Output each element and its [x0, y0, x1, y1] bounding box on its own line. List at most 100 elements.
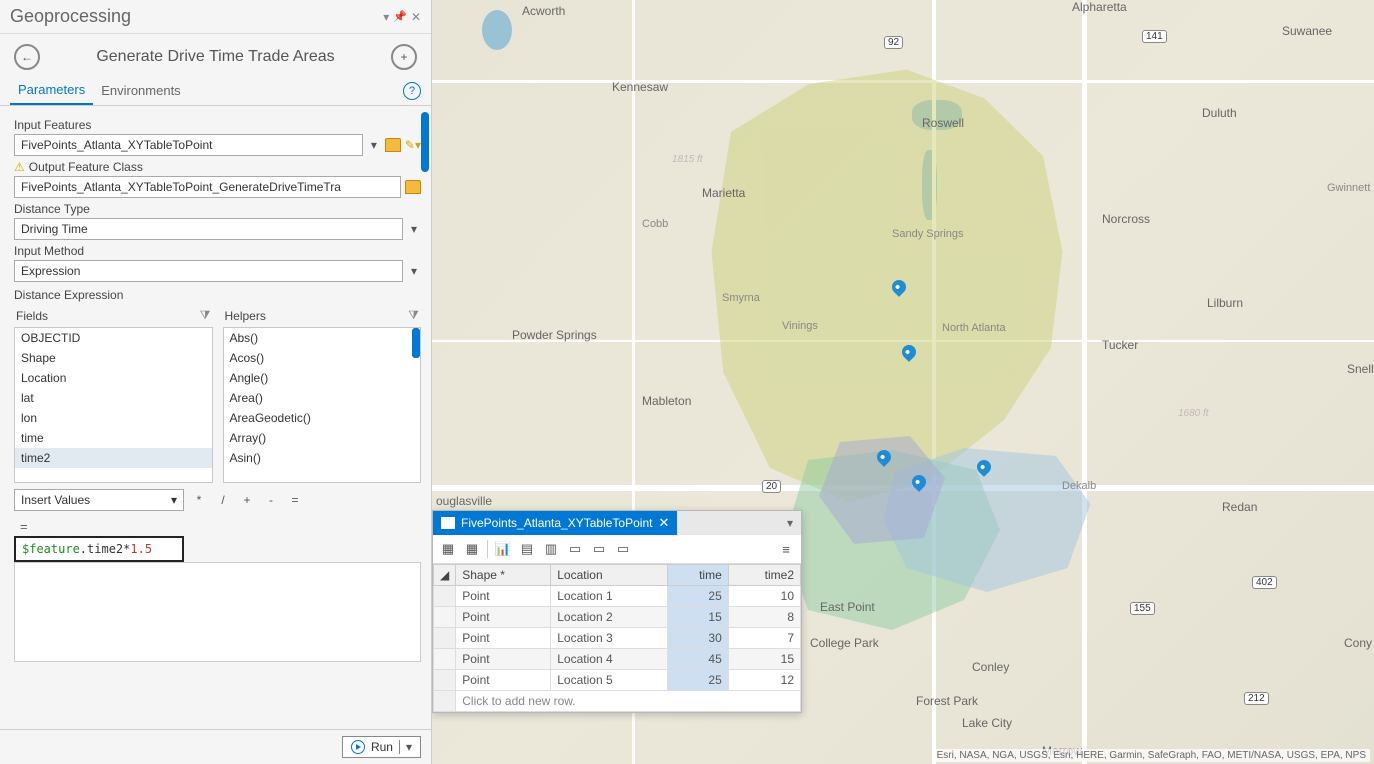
highway-shield: 155 — [1130, 602, 1155, 615]
tab-environments[interactable]: Environments — [93, 77, 188, 104]
helper-item[interactable]: Array() — [224, 428, 421, 448]
table-new-row[interactable]: Click to add new row. — [434, 691, 801, 712]
edit-sketch-icon[interactable]: ✎▾ — [405, 138, 421, 152]
field-item[interactable]: lon — [15, 408, 212, 428]
op-equals[interactable]: = — [286, 491, 304, 509]
helper-item[interactable]: AreaGeodetic() — [224, 408, 421, 428]
calculate-icon[interactable]: 📊 — [492, 539, 514, 559]
col-header[interactable]: time2 — [728, 565, 800, 586]
panel-pin-icon[interactable]: 📌 — [393, 10, 407, 24]
helpers-scrollbar[interactable] — [412, 328, 420, 358]
expression-textarea[interactable] — [14, 562, 421, 662]
play-icon — [351, 740, 365, 754]
expression-preview: $feature.time2*1.5 — [14, 536, 184, 562]
map-label: College Park — [810, 636, 879, 650]
helpers-filter-icon[interactable]: ⧩ — [408, 308, 419, 323]
clear-selection-icon[interactable]: ▭ — [588, 539, 610, 559]
browse-input-icon[interactable] — [385, 138, 401, 152]
help-button[interactable]: ? — [403, 82, 421, 100]
browse-output-icon[interactable] — [405, 180, 421, 194]
table-tab-menu-icon[interactable]: ▾ — [779, 516, 801, 530]
insert-values-dropdown[interactable]: Insert Values▾ — [14, 489, 184, 511]
helper-item[interactable]: Acos() — [224, 348, 421, 368]
table-menu-icon[interactable]: ≡ — [775, 539, 797, 559]
fields-filter-icon[interactable]: ⧩ — [200, 308, 211, 323]
table-toolbar: ▦ ▦ 📊 ▤ ▥ ▭ ▭ ▭ ≡ — [433, 535, 801, 564]
map-label: Vinings — [782, 320, 818, 332]
run-dropdown[interactable]: ▾ — [399, 740, 412, 754]
map-label: Smyrna — [722, 292, 760, 304]
map-label: Powder Springs — [512, 328, 597, 342]
op-plus[interactable]: + — [238, 491, 256, 509]
map-view[interactable]: Acworth Alpharetta Suwanee Kennesaw Rosw… — [432, 0, 1374, 764]
tab-parameters[interactable]: Parameters — [10, 76, 93, 105]
table-row[interactable]: PointLocation 12510 — [434, 586, 801, 607]
input-features-label: Input Features — [14, 118, 421, 132]
helpers-listbox[interactable]: Abs() Acos() Angle() Area() AreaGeodetic… — [223, 327, 422, 483]
input-method-dropdown[interactable]: ▾ — [407, 264, 421, 278]
add-favorite-button[interactable]: + — [391, 44, 417, 70]
map-label: Conley — [972, 660, 1009, 674]
field-view-icon[interactable]: ▦ — [437, 539, 459, 559]
distance-type-field[interactable] — [14, 218, 403, 240]
map-label: Mableton — [642, 394, 691, 408]
map-label: Snell — [1347, 362, 1374, 376]
helpers-label: Helpers — [225, 309, 266, 323]
highway-shield: 92 — [884, 36, 903, 49]
input-method-field[interactable] — [14, 260, 403, 282]
map-label: Kennesaw — [612, 80, 668, 94]
field-item[interactable]: Location — [15, 368, 212, 388]
table-row[interactable]: PointLocation 44515 — [434, 649, 801, 670]
field-item[interactable]: OBJECTID — [15, 328, 212, 348]
switch-selection-icon[interactable]: ▭ — [564, 539, 586, 559]
helper-item[interactable]: Area() — [224, 388, 421, 408]
op-multiply[interactable]: * — [190, 491, 208, 509]
output-fc-label: ⚠ Output Feature Class — [14, 160, 421, 174]
table-close-icon[interactable]: ✕ — [658, 515, 669, 531]
panel-close-icon[interactable]: ✕ — [411, 10, 421, 24]
delete-selection-icon[interactable]: ▭ — [612, 539, 634, 559]
row-handle-header[interactable]: ◢ — [434, 565, 456, 586]
distance-type-dropdown[interactable]: ▾ — [407, 222, 421, 236]
op-divide[interactable]: / — [214, 491, 232, 509]
field-item-selected[interactable]: time2 — [15, 448, 212, 468]
col-header-selected[interactable]: time — [667, 565, 728, 586]
back-button[interactable]: ← — [14, 44, 40, 70]
field-item[interactable]: Shape — [15, 348, 212, 368]
table-tab-title: FivePoints_Atlanta_XYTableToPoint — [461, 516, 652, 530]
helper-item[interactable]: Angle() — [224, 368, 421, 388]
panel-dropdown-icon[interactable]: ▾ — [383, 10, 389, 24]
map-label: Cobb — [642, 218, 668, 230]
table-tab[interactable]: ▦ FivePoints_Atlanta_XYTableToPoint ✕ — [433, 511, 677, 535]
map-label: Marietta — [702, 186, 745, 200]
input-features-field[interactable] — [14, 134, 363, 156]
zoom-selection-icon[interactable]: ▥ — [540, 539, 562, 559]
map-label: Dekalb — [1062, 480, 1096, 492]
input-features-dropdown[interactable]: ▾ — [367, 138, 381, 152]
col-header[interactable]: Shape * — [456, 565, 551, 586]
contour-label: 1680 ft — [1178, 408, 1209, 419]
table-icon: ▦ — [441, 517, 455, 529]
road — [1082, 0, 1087, 764]
table-row[interactable]: PointLocation 52512 — [434, 670, 801, 691]
run-button[interactable]: Run ▾ — [342, 736, 421, 758]
table-row[interactable]: PointLocation 2158 — [434, 607, 801, 628]
params-scrollbar[interactable] — [421, 112, 429, 172]
selection-view-icon[interactable]: ▦ — [461, 539, 483, 559]
table-row[interactable]: PointLocation 3307 — [434, 628, 801, 649]
map-label: Tucker — [1102, 338, 1138, 352]
tool-name: Generate Drive Time Trade Areas — [40, 48, 391, 66]
helper-item[interactable]: Abs() — [224, 328, 421, 348]
helper-item[interactable]: Asin() — [224, 448, 421, 468]
field-item[interactable]: time — [15, 428, 212, 448]
map-label: Suwanee — [1282, 24, 1332, 38]
map-label: North Atlanta — [942, 322, 1006, 334]
fields-listbox[interactable]: OBJECTID Shape Location lat lon time tim… — [14, 327, 213, 483]
map-label: Forest Park — [916, 694, 978, 708]
output-fc-field[interactable] — [14, 176, 401, 198]
select-by-attr-icon[interactable]: ▤ — [516, 539, 538, 559]
op-minus[interactable]: - — [262, 491, 280, 509]
field-item[interactable]: lat — [15, 388, 212, 408]
col-header[interactable]: Location — [551, 565, 668, 586]
map-label: East Point — [820, 600, 875, 614]
